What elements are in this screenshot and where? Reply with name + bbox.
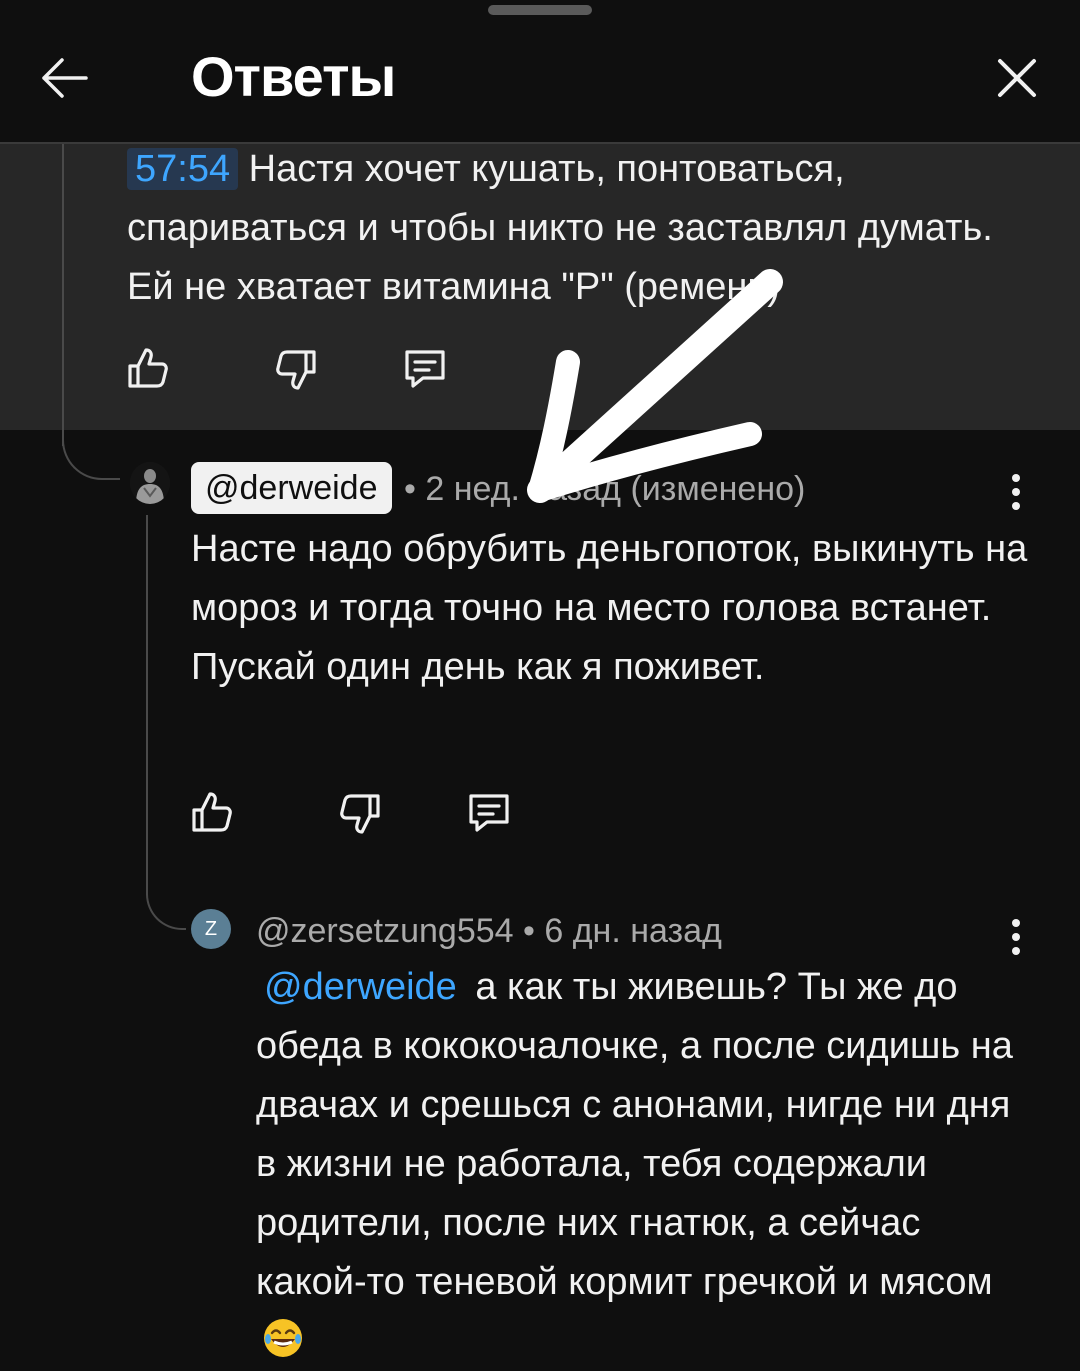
more-vertical-icon <box>1012 919 1020 955</box>
author-handle-highlighted[interactable]: @derweide <box>191 462 392 514</box>
thumbs-up-icon <box>128 348 168 388</box>
thread-line <box>146 515 148 895</box>
arrow-left-icon <box>42 58 88 98</box>
reply-button[interactable] <box>465 788 513 836</box>
comment-meta: @zersetzung554 • 6 дн. назад <box>256 912 722 950</box>
dislike-button[interactable] <box>272 346 320 394</box>
thread-line-curve <box>62 420 120 480</box>
back-button[interactable] <box>38 52 90 104</box>
reply-text: @derweide а как ты живешь? Ты же до обед… <box>256 958 1016 1371</box>
header: Ответы <box>0 0 1080 144</box>
thread-line <box>62 144 64 446</box>
mention-link[interactable]: @derweide <box>256 966 465 1008</box>
like-button[interactable] <box>124 344 172 392</box>
comment-meta: • 2 нед. назад (изменено) <box>404 470 806 508</box>
more-options-button[interactable] <box>1004 470 1028 514</box>
thumbs-down-icon <box>276 350 316 390</box>
reply-icon <box>405 350 445 388</box>
timestamp-link[interactable]: 57:54 <box>127 148 239 190</box>
more-vertical-icon <box>1012 474 1020 510</box>
avatar-image <box>130 462 170 504</box>
like-button[interactable] <box>188 788 236 836</box>
thread-line-curve <box>146 880 186 930</box>
reply-body: а как ты живешь? Ты же до обеда в кококо… <box>256 966 1013 1303</box>
avatar[interactable] <box>130 462 170 504</box>
thumbs-up-icon <box>192 792 232 832</box>
more-options-button[interactable] <box>1004 915 1028 959</box>
page-title: Ответы <box>191 45 396 108</box>
dislike-button[interactable] <box>336 790 384 838</box>
reply-button[interactable] <box>401 344 449 392</box>
close-button[interactable] <box>994 55 1040 101</box>
reply-text: Насте надо обрубить деньгопоток, выкинут… <box>191 528 1028 688</box>
parent-comment-text: 57:54 Настя хочет кушать, понтоваться, с… <box>127 140 1027 317</box>
thumbs-down-icon <box>340 794 380 834</box>
laughing-tears-emoji-icon <box>264 1319 302 1357</box>
avatar[interactable]: Z <box>191 909 231 949</box>
reply-icon <box>469 794 509 832</box>
close-icon <box>998 59 1036 97</box>
parent-comment-body: Настя хочет кушать, понтоваться, спарива… <box>127 148 993 308</box>
drag-handle[interactable] <box>488 5 592 15</box>
